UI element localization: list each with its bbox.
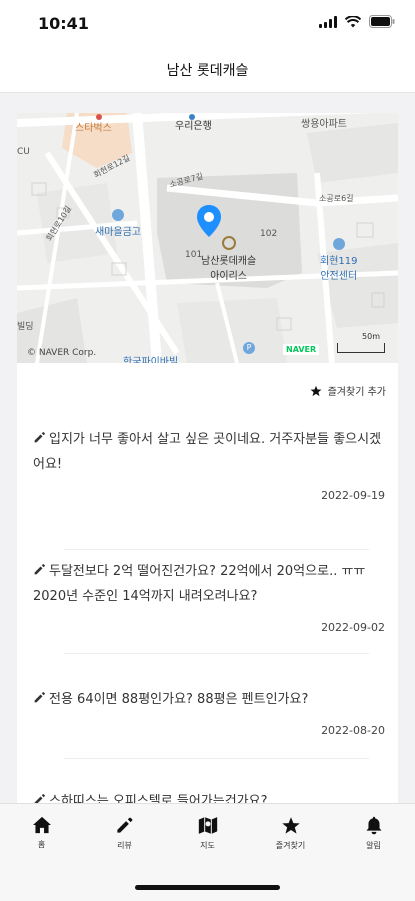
tab-alerts-label: 알림	[366, 841, 381, 850]
map-label-ssangyong: 쌍용아파트	[301, 119, 347, 130]
map-label-101: 101	[185, 250, 203, 260]
battery-icon	[369, 15, 395, 28]
map-label-building: 빌딩	[17, 322, 34, 332]
star-icon	[310, 385, 322, 396]
tab-map-label: 지도	[200, 841, 215, 850]
divider	[64, 758, 369, 759]
parking-icon: P	[243, 342, 255, 354]
review-date: 2022-09-02	[321, 621, 385, 634]
map-label-woori: 우리은행	[175, 121, 212, 132]
tab-map[interactable]: 지도	[166, 816, 249, 851]
review-text-content: 전용 64이면 88평인가요? 88평은 펜트인가요?	[49, 692, 309, 707]
divider	[64, 549, 369, 550]
review-text-content: 입지가 너무 좋아서 살고 싶은 곳이네요. 거주자분들 좋으시겠어요!	[33, 432, 382, 472]
wifi-icon	[345, 15, 361, 27]
map-label-parking: 한국파이바빌	[123, 357, 179, 363]
map-label-102: 102	[260, 229, 278, 239]
status-bar: 10:41	[0, 0, 415, 46]
pencil-icon	[117, 817, 133, 833]
pencil-icon	[34, 432, 45, 443]
naver-logo: NAVER	[283, 344, 320, 355]
review-text: 전용 64이면 88평인가요? 88평은 펜트인가요?	[33, 687, 385, 712]
pencil-icon	[34, 564, 45, 575]
safety-label: 회현119	[320, 256, 358, 267]
safety-label-2: 안전센터	[320, 271, 358, 282]
bell-icon	[365, 816, 382, 835]
map-label-starbucks: 스타벅스	[75, 123, 112, 134]
complex-label: 남산롯데캐슬	[201, 256, 257, 267]
content-card: 스타벅스 우리은행 쌍용아파트 CU 회현로12길 소공로7길 소공로6길 회현…	[17, 113, 398, 813]
map-label-cu: CU	[17, 147, 30, 157]
divider	[64, 653, 369, 654]
review-date: 2022-09-19	[321, 489, 385, 502]
home-icon	[32, 816, 51, 834]
review-date: 2022-08-20	[321, 724, 385, 737]
tab-alerts[interactable]: 알림	[332, 816, 415, 851]
map-label-safety: 회현119 안전센터	[320, 238, 358, 282]
map-label-street-6: 소공로6길	[319, 194, 354, 203]
saemaeul-marker-icon	[112, 209, 124, 221]
add-favorite-label: 즐겨찾기 추가	[327, 387, 386, 398]
home-indicator[interactable]	[135, 885, 280, 890]
tab-review-label: 리뷰	[117, 841, 132, 850]
add-favorite-button[interactable]: 즐겨찾기 추가	[310, 383, 386, 398]
review-item[interactable]: 두달전보다 2억 떨어진건가요? 22억에서 20억으로.. ㅠㅠ 2020년 …	[33, 559, 385, 634]
fire-station-marker-icon	[332, 238, 345, 250]
scale-label: 50m	[362, 332, 380, 341]
location-pin-icon[interactable]	[197, 205, 221, 237]
pencil-icon	[34, 692, 45, 703]
review-text: 입지가 너무 좋아서 살고 싶은 곳이네요. 거주자분들 좋으시겠어요!	[33, 427, 385, 477]
page-title: 남산 롯데캐슬	[166, 63, 249, 79]
tab-favorites[interactable]: 즐겨찾기	[249, 816, 332, 851]
review-text-content: 두달전보다 2억 떨어진건가요? 22억에서 20억으로.. ㅠㅠ 2020년 …	[33, 564, 366, 604]
map-copyright: © NAVER Corp.	[27, 348, 97, 358]
review-text: 두달전보다 2억 떨어진건가요? 22억에서 20억으로.. ㅠㅠ 2020년 …	[33, 559, 385, 609]
status-time: 10:41	[38, 14, 89, 33]
review-item[interactable]: 입지가 너무 좋아서 살고 싶은 곳이네요. 거주자분들 좋으시겠어요! 202…	[33, 427, 385, 502]
map-scale: 50m	[337, 332, 385, 353]
review-item[interactable]: 전용 64이면 88평인가요? 88평은 펜트인가요? 2022-08-20	[33, 687, 385, 737]
map-label-saemaeul: 새마을금고	[95, 209, 141, 238]
complex-label-2: 아이리스	[210, 271, 247, 282]
navigation-bar: 남산 롯데캐슬	[0, 46, 415, 93]
tab-favorites-label: 즐겨찾기	[275, 841, 306, 850]
star-icon	[281, 817, 300, 834]
tab-home-label: 홈	[37, 840, 46, 849]
map-icon	[198, 817, 217, 834]
map-label-complex: 남산롯데캐슬 아이리스	[201, 236, 256, 282]
status-icons	[319, 15, 395, 28]
map-view[interactable]: 스타벅스 우리은행 쌍용아파트 CU 회현로12길 소공로7길 소공로6길 회현…	[17, 113, 398, 363]
signal-icon	[319, 15, 337, 28]
tab-home[interactable]: 홈	[0, 816, 83, 850]
complex-marker-icon	[221, 236, 236, 250]
tab-review[interactable]: 리뷰	[83, 816, 166, 851]
saemaeul-label: 새마을금고	[95, 227, 141, 238]
